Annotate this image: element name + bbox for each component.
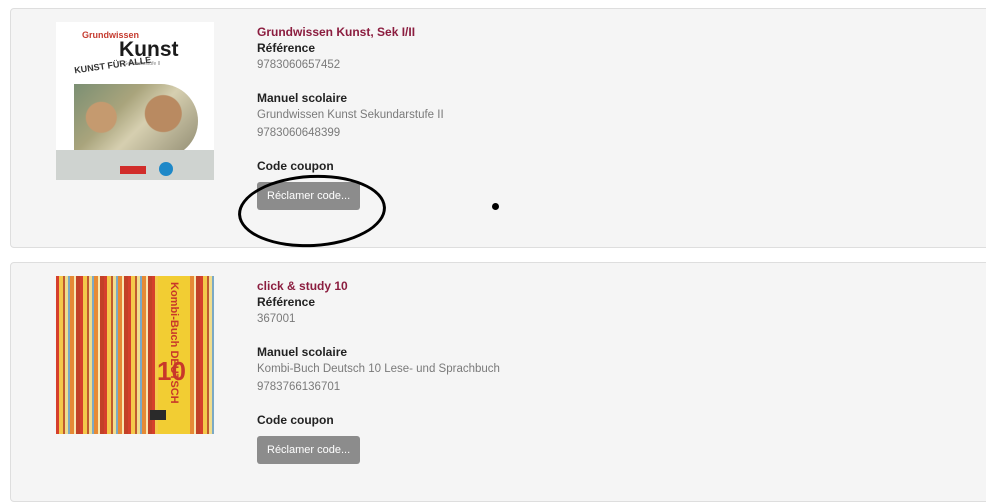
- product-title: click & study 10: [257, 279, 348, 293]
- product-title: Grundwissen Kunst, Sek I/II: [257, 25, 416, 39]
- book-cover-image: Grundwissen Kunst Sekundarstufe II KUNST…: [56, 22, 214, 180]
- manual-isbn: 9783766136701: [257, 381, 341, 393]
- manual-name: Kombi-Buch Deutsch 10 Lese- und Sprachbu…: [257, 363, 500, 375]
- coupon-label: Code coupon: [257, 159, 334, 173]
- cursor-dot-annotation: [492, 203, 499, 210]
- publisher-logo: [150, 410, 166, 420]
- reference-label: Référence: [257, 295, 316, 309]
- claim-code-button[interactable]: Réclamer code...: [257, 436, 361, 464]
- manual-name: Grundwissen Kunst Sekundarstufe II: [257, 109, 444, 121]
- product-card: Kombi-Buch DEUTSCH 10 click & study 10 R…: [10, 262, 986, 502]
- cover-footer: [56, 150, 214, 180]
- claim-code-button[interactable]: Réclamer code...: [257, 182, 361, 210]
- book-cover-image: Kombi-Buch DEUTSCH 10: [56, 276, 214, 434]
- reference-value: 367001: [257, 313, 296, 325]
- reference-value: 9783060657452: [257, 59, 341, 71]
- badge-icon: [159, 162, 173, 176]
- product-details: Grundwissen Kunst, Sek I/II Référence 97…: [257, 24, 957, 210]
- cover-scribble: KUNST FÜR ALLE: [73, 54, 152, 76]
- cover-artwork: [74, 84, 198, 158]
- manual-isbn: 9783060648399: [257, 127, 341, 139]
- coupon-label: Code coupon: [257, 413, 334, 427]
- manual-label: Manuel scolaire: [257, 345, 348, 359]
- cover-number: 10: [157, 356, 186, 386]
- product-card: Grundwissen Kunst Sekundarstufe II KUNST…: [10, 8, 986, 248]
- manual-label: Manuel scolaire: [257, 91, 348, 105]
- product-details: click & study 10 Référence 367001 Manuel…: [257, 278, 957, 464]
- publisher-logo: [120, 166, 146, 174]
- reference-label: Référence: [257, 41, 316, 55]
